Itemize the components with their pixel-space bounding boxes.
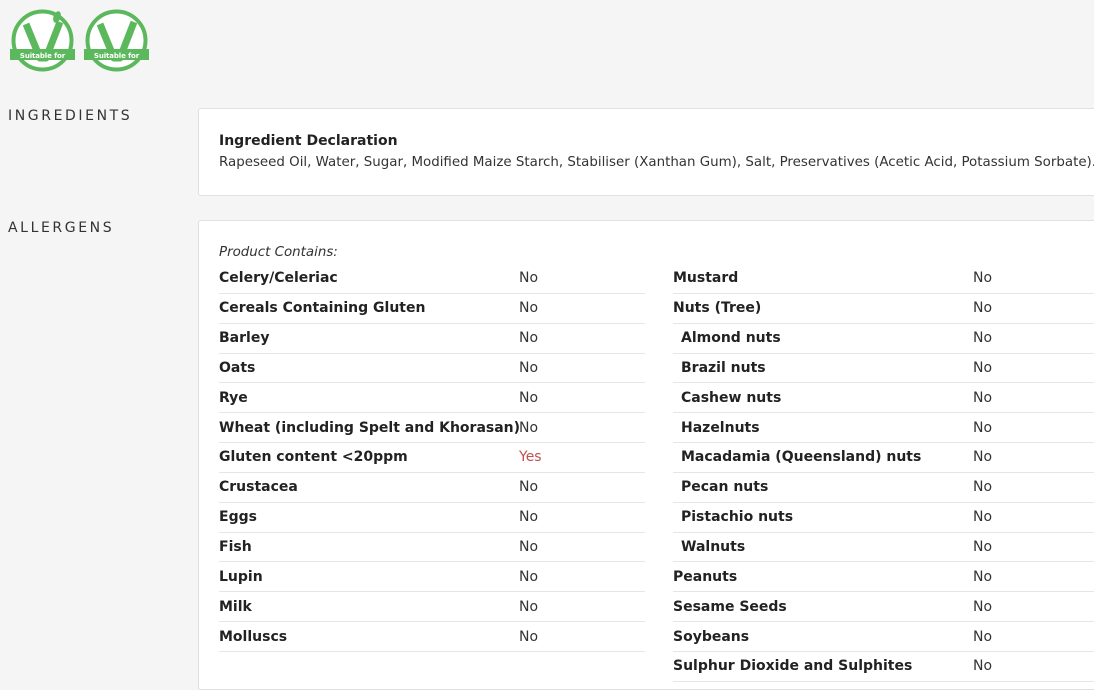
allergen-name: Lupin: [219, 568, 263, 585]
allergen-row: Eggs No: [219, 503, 645, 533]
allergen-row: Mustard No: [673, 264, 1094, 294]
vegan-v-icon: [84, 9, 149, 72]
allergen-name: Hazelnuts: [681, 419, 760, 436]
allergen-row: Rye No: [219, 383, 645, 414]
allergen-name: Macadamia (Queensland) nuts: [681, 449, 922, 466]
allergen-name: Oats: [219, 359, 256, 376]
product-contains-label: Product Contains:: [219, 245, 338, 260]
allergen-name: Sesame Seeds: [673, 598, 787, 615]
allergen-row: Pecan nuts No: [673, 473, 1094, 503]
ingredient-declaration-title: Ingredient Declaration: [219, 133, 398, 149]
allergen-row: Molluscs No: [219, 622, 645, 652]
allergen-value: No: [519, 568, 539, 585]
allergen-name: Molluscs: [219, 628, 288, 645]
allergen-row: Brazil nuts No: [673, 354, 1094, 384]
allergen-row: Barley No: [219, 324, 645, 354]
allergen-value: No: [519, 479, 539, 496]
allergen-row: Sulphur Dioxide and Sulphites No: [673, 652, 1094, 682]
badge-text: Suitable for: [19, 52, 66, 60]
allergen-value: No: [973, 389, 993, 406]
suitable-for-vegetarian-badge: Suitable for: [10, 8, 75, 73]
allergen-value: No: [973, 270, 993, 287]
allergen-value: No: [973, 509, 993, 526]
allergen-value: No: [973, 598, 993, 615]
allergen-name: Walnuts: [681, 539, 746, 556]
allergen-name: Wheat (including Spelt and Khorasan): [219, 419, 521, 436]
allergen-row: Fish No: [219, 533, 645, 563]
allergen-row: Almond nuts No: [673, 324, 1094, 354]
allergen-name: Cereals Containing Gluten: [219, 300, 426, 317]
allergen-name: Mustard: [673, 270, 739, 287]
allergen-value: No: [519, 300, 539, 317]
allergen-name: Barley: [219, 330, 270, 347]
allergen-row: Lupin No: [219, 562, 645, 593]
allergen-row: Nuts (Tree) No: [673, 294, 1094, 324]
allergen-name: Almond nuts: [681, 330, 781, 347]
allergen-name: Milk: [219, 598, 252, 615]
allergen-value: No: [519, 509, 539, 526]
allergen-row: Peanuts No: [673, 562, 1094, 593]
ingredients-section-label: INGREDIENTS: [8, 108, 133, 124]
ingredients-panel: Ingredient Declaration Rapeseed Oil, Wat…: [198, 108, 1094, 196]
allergen-name: Peanuts: [673, 568, 738, 585]
allergen-name: Crustacea: [219, 479, 298, 496]
allergen-row: Cashew nuts No: [673, 383, 1094, 414]
allergen-name: Pistachio nuts: [681, 509, 794, 526]
allergen-name: Rye: [219, 389, 248, 406]
vegetarian-v-icon: [10, 9, 75, 72]
allergen-value: No: [519, 330, 539, 347]
allergens-left-column: Celery/Celeriac No Cereals Containing Glut…: [219, 264, 645, 652]
suitable-for-vegan-badge: Suitable for: [84, 8, 149, 73]
allergen-value: No: [973, 419, 993, 436]
allergen-row: Cereals Containing Gluten No: [219, 294, 645, 324]
allergen-row: Gluten content <20ppm Yes: [219, 443, 645, 473]
allergen-value: Yes: [519, 449, 542, 466]
allergen-value: No: [973, 479, 993, 496]
allergen-row: Pistachio nuts No: [673, 503, 1094, 533]
allergen-value: No: [973, 568, 993, 585]
allergen-row: Soybeans No: [673, 622, 1094, 652]
allergen-name: Fish: [219, 539, 252, 556]
allergen-value: No: [973, 539, 993, 556]
dietary-badges: Suitable for Suitable for: [10, 8, 149, 73]
allergen-name: Nuts (Tree): [673, 300, 762, 317]
badge-text: Suitable for: [93, 52, 140, 60]
allergen-row: Wheat (including Spelt and Khorasan) No: [219, 413, 645, 444]
allergen-name: Sulphur Dioxide and Sulphites: [673, 658, 913, 675]
allergen-value: No: [519, 359, 539, 376]
ingredient-declaration-text: Rapeseed Oil, Water, Sugar, Modified Mai…: [219, 155, 1094, 170]
allergen-value: No: [519, 539, 539, 556]
allergen-value: No: [973, 359, 993, 376]
allergen-row: Milk No: [219, 592, 645, 623]
allergen-value: No: [973, 449, 993, 466]
allergen-value: No: [973, 628, 993, 645]
allergen-value: No: [519, 389, 539, 406]
allergen-name: Cashew nuts: [681, 389, 782, 406]
allergen-name: Eggs: [219, 509, 257, 526]
allergen-row: Macadamia (Queensland) nuts No: [673, 443, 1094, 473]
allergen-row: Oats No: [219, 354, 645, 384]
allergen-value: No: [973, 658, 993, 675]
allergen-value: No: [519, 628, 539, 645]
allergen-value: No: [973, 300, 993, 317]
allergens-right-column: Mustard No Nuts (Tree) No Almond nuts No Brazi…: [673, 264, 1094, 682]
allergen-name: Celery/Celeriac: [219, 270, 338, 287]
allergen-value: No: [973, 330, 993, 347]
allergen-value: No: [519, 598, 539, 615]
allergen-row: Walnuts No: [673, 533, 1094, 563]
allergen-name: Pecan nuts: [681, 479, 769, 496]
allergen-row: Celery/Celeriac No: [219, 264, 645, 294]
allergen-name: Gluten content <20ppm: [219, 449, 408, 466]
allergen-value: No: [519, 270, 539, 287]
allergens-panel: Product Contains: Celery/Celeriac No Cerea…: [198, 220, 1094, 690]
allergen-value: No: [519, 419, 539, 436]
allergen-name: Brazil nuts: [681, 359, 766, 376]
allergen-row: Sesame Seeds No: [673, 592, 1094, 623]
allergen-name: Soybeans: [673, 628, 750, 645]
allergen-row: Crustacea No: [219, 473, 645, 503]
allergens-section-label: ALLERGENS: [8, 220, 115, 236]
allergen-row: Hazelnuts No: [673, 413, 1094, 444]
